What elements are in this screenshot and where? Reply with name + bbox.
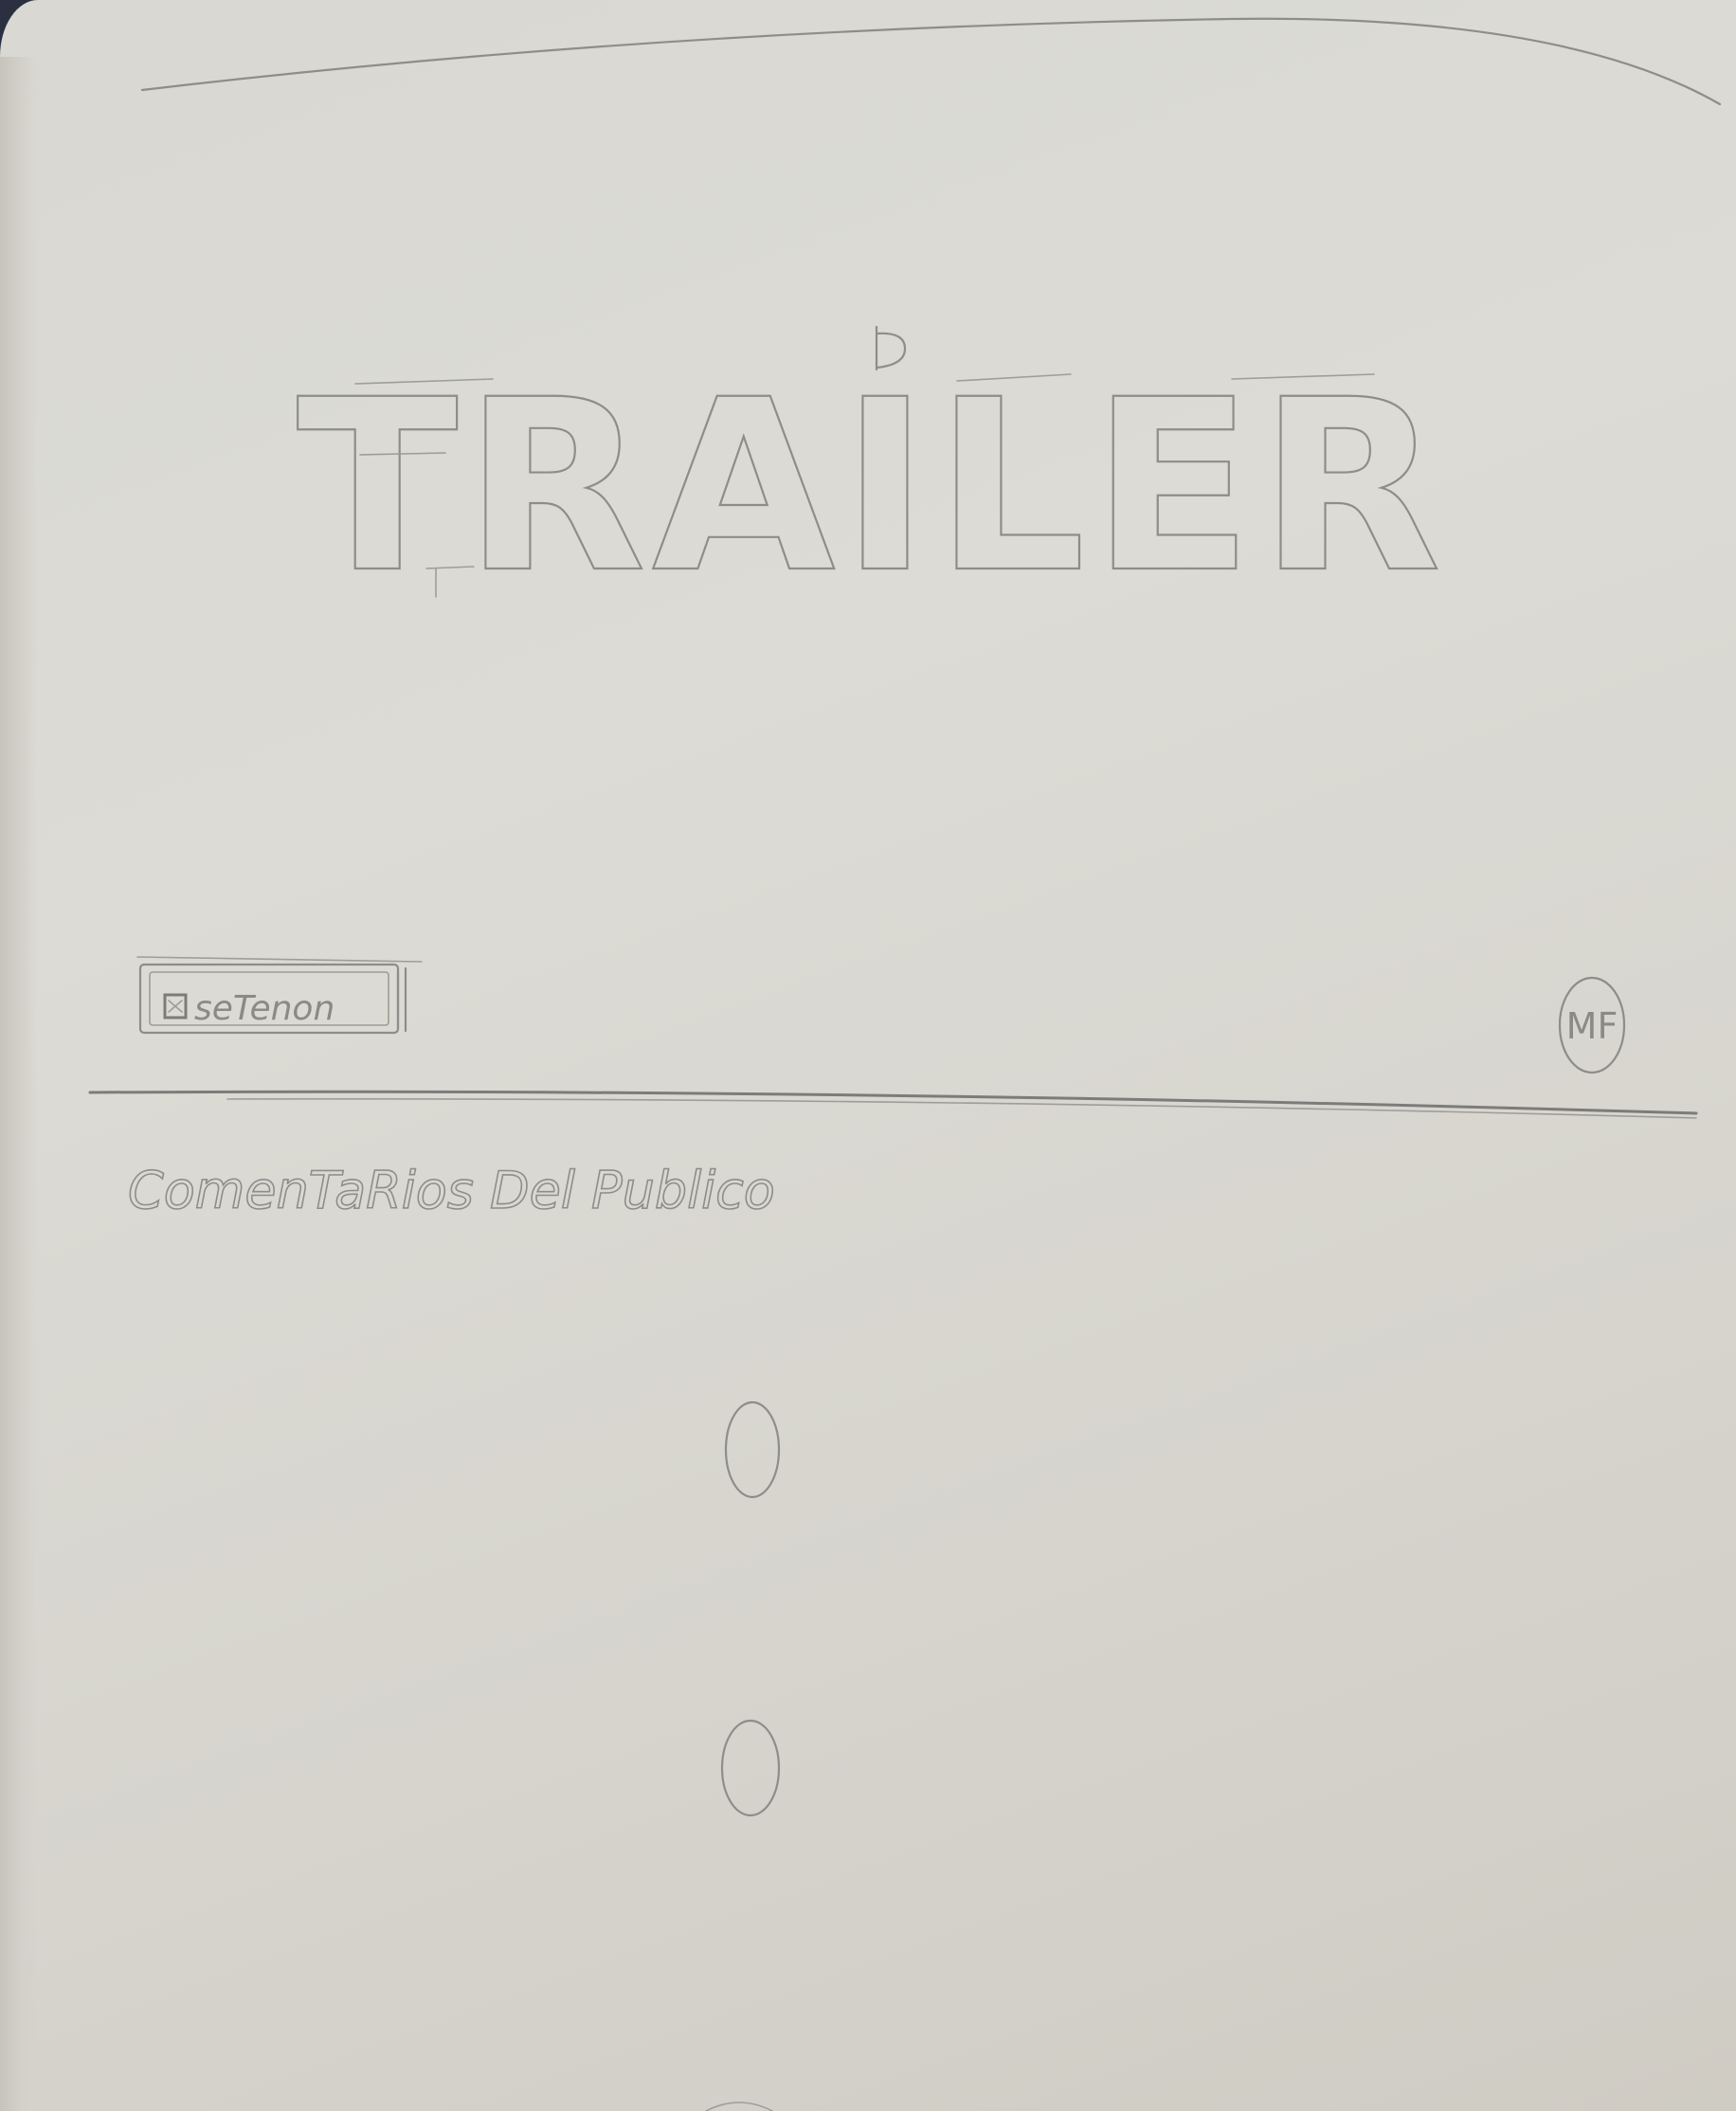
comments-heading: ComenTaRios Del Publico xyxy=(128,1161,775,1220)
wireframe-sketch: TRAILER seTenon MF ComenTaRios Del Publi… xyxy=(88,17,1722,2111)
hero-title: TRAILER xyxy=(296,325,1447,625)
comment-item[interactable]: 0 xyxy=(724,1400,781,1499)
action-button[interactable]: seTenon xyxy=(136,956,423,1035)
action-button-label: seTenon xyxy=(194,989,335,1028)
hero-title-text: TRAILER xyxy=(297,349,1447,624)
comment-item[interactable]: 0 xyxy=(720,1719,781,1817)
header-divider xyxy=(140,17,1722,106)
sketch-paper: TRAILER seTenon MF ComenTaRios Del Publi… xyxy=(0,0,1736,2111)
avatar-badge[interactable]: MF xyxy=(1558,976,1626,1074)
avatar-initials: MF xyxy=(1566,1005,1618,1047)
